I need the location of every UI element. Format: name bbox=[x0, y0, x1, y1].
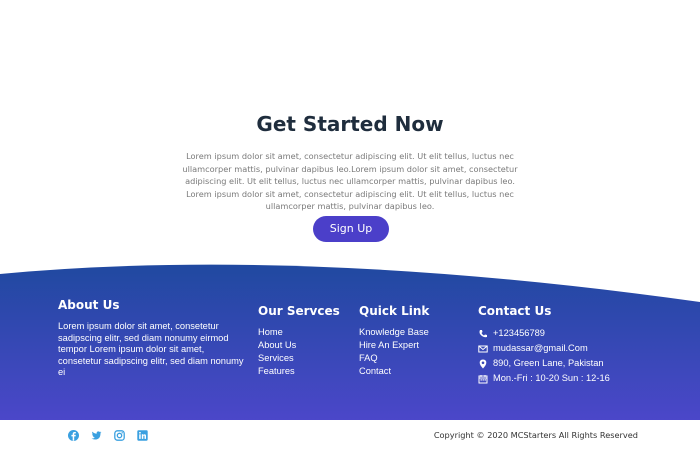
about-title: About Us bbox=[58, 298, 120, 312]
contact-email-text[interactable]: mudassar@gmail.Com bbox=[493, 341, 588, 356]
get-started-section: Get Started Now Lorem ipsum dolor sit am… bbox=[0, 0, 700, 265]
contact-title: Contact Us bbox=[478, 304, 552, 318]
contact-hours: Mon.-Fri : 10-20 Sun : 12-16 bbox=[478, 371, 610, 386]
contact-phone: +123456789 bbox=[478, 326, 610, 341]
quick-link-knowledge-base[interactable]: Knowledge Base bbox=[359, 326, 429, 339]
quick-link-title: Quick Link bbox=[359, 304, 430, 318]
twitter-icon[interactable] bbox=[91, 430, 102, 441]
map-marker-icon bbox=[479, 359, 487, 368]
cta-description: Lorem ipsum dolor sit amet, consectetur … bbox=[182, 151, 518, 212]
quick-link-hire-expert[interactable]: Hire An Expert bbox=[359, 339, 429, 352]
contact-address: 890, Green Lane, Pakistan bbox=[478, 356, 610, 371]
quick-link-list: Knowledge Base Hire An Expert FAQ Contac… bbox=[359, 326, 429, 378]
linkedin-icon[interactable] bbox=[137, 430, 148, 441]
cta-title: Get Started Now bbox=[256, 112, 444, 136]
services-link-about[interactable]: About Us bbox=[258, 339, 296, 352]
contact-address-text: 890, Green Lane, Pakistan bbox=[493, 358, 604, 368]
services-link-services[interactable]: Services bbox=[258, 352, 296, 365]
facebook-icon[interactable] bbox=[68, 430, 79, 441]
services-title: Our Servces bbox=[258, 304, 340, 318]
instagram-icon[interactable] bbox=[114, 430, 125, 441]
footer: About Us Lorem ipsum dolor sit amet, con… bbox=[0, 264, 700, 420]
copyright-text: Copyright © 2020 MCStarters All Rights R… bbox=[433, 430, 638, 440]
envelope-icon bbox=[478, 345, 488, 352]
quick-link-contact[interactable]: Contact bbox=[359, 365, 429, 378]
about-text: Lorem ipsum dolor sit amet, consetetur s… bbox=[58, 321, 244, 377]
contact-hours-text: Mon.-Fri : 10-20 Sun : 12-16 bbox=[493, 373, 610, 383]
services-list: Home About Us Services Features bbox=[258, 326, 296, 378]
quick-link-faq[interactable]: FAQ bbox=[359, 352, 429, 365]
sign-up-button[interactable]: Sign Up bbox=[313, 216, 389, 242]
contact-list: +123456789 mudassar@gmail.Com 890, Green… bbox=[478, 326, 610, 386]
contact-phone-text: +123456789 bbox=[493, 328, 545, 338]
bottom-bar: Copyright © 2020 MCStarters All Rights R… bbox=[0, 420, 700, 450]
contact-email: mudassar@gmail.Com bbox=[478, 341, 610, 356]
calendar-icon bbox=[478, 374, 488, 383]
phone-icon bbox=[479, 329, 487, 337]
services-link-home[interactable]: Home bbox=[258, 326, 296, 339]
services-link-features[interactable]: Features bbox=[258, 365, 296, 378]
